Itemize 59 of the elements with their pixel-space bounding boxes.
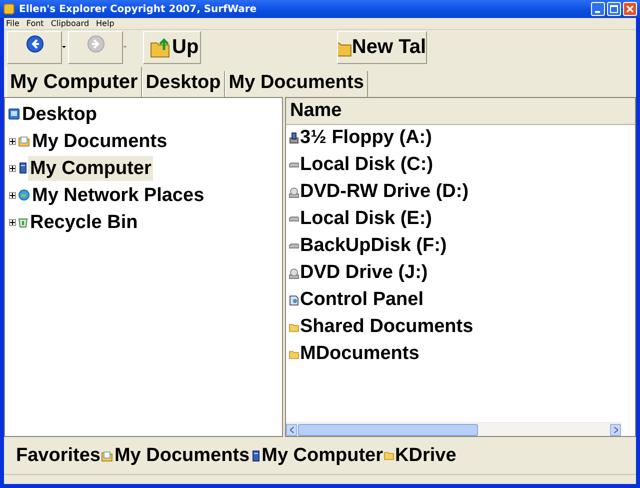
maximize-icon: [610, 5, 618, 13]
close-button[interactable]: [623, 2, 637, 16]
recycle-bin-icon: [18, 216, 28, 228]
expander-icon[interactable]: [9, 164, 16, 172]
list-item[interactable]: Control Panel: [300, 289, 424, 312]
back-button[interactable]: [7, 31, 62, 64]
column-header[interactable]: Name: [286, 98, 635, 125]
menu-item[interactable]: File: [5, 18, 20, 28]
document-folder-icon: [18, 135, 30, 148]
scroll-right-icon[interactable]: [614, 426, 618, 433]
app-icon: [3, 3, 15, 15]
caret-icon[interactable]: [62, 46, 66, 50]
expander-icon[interactable]: [9, 138, 16, 145]
document-folder-icon: [101, 450, 114, 462]
folder-icon: [384, 451, 394, 460]
cd-drive-icon: [289, 186, 299, 198]
floppy-drive-icon: [289, 132, 299, 144]
list-item[interactable]: DVD Drive (J:): [300, 262, 428, 284]
new-tab-button[interactable]: New Tal: [337, 31, 427, 64]
desktop-icon: [8, 108, 20, 120]
list-item[interactable]: Shared Documents: [300, 316, 474, 338]
cd-drive-icon: [289, 268, 299, 279]
list-item[interactable]: MDocuments: [300, 343, 420, 366]
folder-icon: [289, 322, 299, 332]
list-item[interactable]: Local Disk (C:): [300, 154, 434, 176]
scroll-left-icon[interactable]: [290, 426, 294, 433]
maximize-button[interactable]: [607, 2, 621, 16]
menu-item[interactable]: Clipboard: [50, 18, 90, 28]
tree-item[interactable]: My Documents: [30, 128, 170, 154]
computer-icon: [18, 162, 28, 174]
minimize-button[interactable]: [591, 2, 605, 16]
disk-drive-icon: [289, 243, 299, 250]
list-item[interactable]: BackUpDisk (F:): [300, 235, 447, 258]
menu-item[interactable]: Font: [25, 18, 45, 28]
network-icon: [18, 189, 30, 202]
expander-icon[interactable]: [9, 218, 16, 226]
tree-item[interactable]: Recycle Bin: [28, 210, 140, 235]
window-title: Ellen's Explorer Copyright 2007, SurfWare: [19, 4, 258, 14]
list-item[interactable]: DVD-RW Drive (D:): [300, 181, 469, 204]
tree-item[interactable]: My Network Places: [30, 182, 206, 208]
tree-item[interactable]: Desktop: [20, 102, 99, 127]
list-item[interactable]: Local Disk (E:): [300, 208, 432, 230]
horizontal-scrollbar[interactable]: [286, 422, 621, 436]
folder-icon: [289, 350, 299, 359]
favorites-label: Favorites: [16, 444, 100, 467]
expander-icon[interactable]: [9, 192, 16, 199]
control-panel-icon: [289, 294, 299, 306]
folder-up-icon: [150, 38, 172, 58]
computer-icon: [250, 450, 261, 462]
menu-item[interactable]: Help: [95, 18, 116, 28]
tree-item[interactable]: My Computer: [28, 156, 154, 181]
list-item[interactable]: 3½ Floppy (A:): [300, 127, 432, 150]
favorite-link[interactable]: KDrive: [395, 444, 456, 467]
favorite-link[interactable]: My Documents: [114, 444, 250, 467]
favorite-link[interactable]: My Computer: [262, 444, 384, 467]
close-icon: [626, 5, 634, 13]
disk-drive-icon: [289, 162, 299, 168]
disk-drive-icon: [289, 216, 299, 222]
up-button[interactable]: Up: [143, 31, 201, 64]
